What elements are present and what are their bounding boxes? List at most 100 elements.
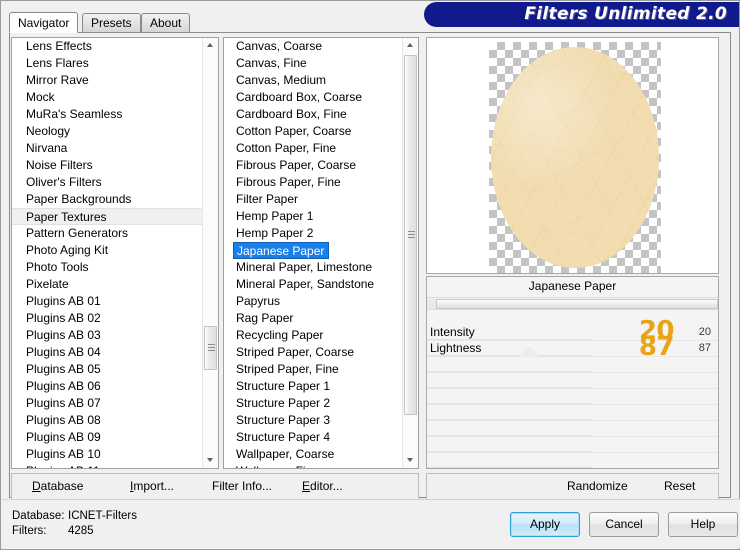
navigator-list-item[interactable]: Photo Aging Kit	[12, 242, 203, 259]
help-button[interactable]: Help	[668, 512, 738, 537]
navigator-list-item[interactable]: Photo Tools	[12, 259, 203, 276]
parameter-row[interactable]: Intensity 20 20	[427, 318, 718, 344]
navigator-list-item[interactable]: MuRa's Seamless	[12, 106, 203, 123]
filter-list-item[interactable]: Structure Paper 4	[224, 429, 403, 446]
filter-list-item[interactable]: Canvas, Medium	[224, 72, 403, 89]
action-link-bar: Database Import... Filter Info... Editor…	[11, 473, 419, 500]
navigator-list-item[interactable]: Plugins AB 06	[12, 378, 203, 395]
filter-list[interactable]: Canvas, Coarse Canvas, Fine Canvas, Medium…	[223, 37, 419, 469]
scroll-up-icon[interactable]	[203, 38, 218, 53]
parameter-slider-track	[427, 435, 592, 436]
filter-list-item[interactable]: Canvas, Coarse	[224, 38, 403, 55]
parameter-row-empty	[427, 357, 718, 373]
import-button[interactable]: Import...	[130, 479, 174, 493]
parameter-slider-handle[interactable]	[518, 346, 541, 357]
parameter-value[interactable]: 87	[699, 342, 711, 354]
parameter-slider-track	[427, 371, 592, 372]
filter-list-item[interactable]: Mineral Paper, Sandstone	[224, 276, 403, 293]
filter-list-item[interactable]: Wallpaper, Fine	[224, 463, 403, 468]
editor-button-label: ditor...	[310, 479, 343, 493]
navigator-list-scrollbar[interactable]	[202, 38, 218, 468]
filter-list-item-selected[interactable]: Japanese Paper	[233, 242, 330, 259]
filter-list-item[interactable]: Papyrus	[224, 293, 403, 310]
scrollbar-thumb[interactable]	[404, 55, 417, 415]
filter-list-item[interactable]: Wallpaper, Coarse	[224, 446, 403, 463]
navigator-list-item[interactable]: Plugins AB 05	[12, 361, 203, 378]
parameter-panel-title: Japanese Paper	[427, 277, 718, 296]
navigator-list-item[interactable]: Plugins AB 03	[12, 327, 203, 344]
hscroll-thumb[interactable]	[436, 299, 718, 309]
tab-presets[interactable]: Presets	[82, 13, 141, 32]
filter-list-item[interactable]: Hemp Paper 2	[224, 225, 403, 242]
tab-navigator[interactable]: Navigator	[9, 12, 79, 33]
filter-list-item[interactable]: Structure Paper 2	[224, 395, 403, 412]
scroll-down-icon[interactable]	[403, 453, 418, 468]
filter-list-item[interactable]: Cotton Paper, Coarse	[224, 123, 403, 140]
cancel-button[interactable]: Cancel	[589, 512, 659, 537]
navigator-category-list[interactable]: Lens Effects Lens Flares Mirror Rave Mock Mu…	[11, 37, 219, 469]
filter-list-item[interactable]: Cardboard Box, Fine	[224, 106, 403, 123]
navigator-list-item[interactable]: Plugins AB 04	[12, 344, 203, 361]
filter-action-bar: Randomize Reset	[426, 473, 719, 500]
parameter-row-empty	[427, 437, 718, 453]
filter-info-button[interactable]: Filter Info...	[212, 479, 272, 493]
filter-list-item[interactable]: Filter Paper	[224, 191, 403, 208]
filter-list-item[interactable]: Striped Paper, Fine	[224, 361, 403, 378]
database-label: Database:	[12, 510, 65, 522]
filter-list-item[interactable]: Rag Paper	[224, 310, 403, 327]
filter-list-item[interactable]: Cotton Paper, Fine	[224, 140, 403, 157]
hscroll-track-left[interactable]	[427, 299, 436, 309]
navigator-list-item[interactable]: Paper Backgrounds	[12, 191, 203, 208]
scroll-down-icon[interactable]	[203, 453, 218, 468]
filter-list-item[interactable]: Fibrous Paper, Coarse	[224, 157, 403, 174]
parameter-horizontal-scrollbar[interactable]	[427, 297, 718, 310]
filter-list-item[interactable]: Hemp Paper 1	[224, 208, 403, 225]
navigator-list-item[interactable]: Lens Effects	[12, 38, 203, 55]
navigator-list-item[interactable]: Oliver's Filters	[12, 174, 203, 191]
filter-list-items: Canvas, Coarse Canvas, Fine Canvas, Medium…	[224, 38, 403, 468]
preview-image-ellipse	[491, 47, 659, 268]
filter-list-scrollbar[interactable]	[402, 38, 418, 468]
filter-list-item[interactable]: Mineral Paper, Limestone	[224, 259, 403, 276]
scroll-up-icon[interactable]	[403, 38, 418, 53]
filter-list-item[interactable]: Striped Paper, Coarse	[224, 344, 403, 361]
navigator-list-item[interactable]: Plugins AB 11	[12, 463, 203, 468]
parameter-rows: Intensity 20 20 Lightness 87 87	[427, 318, 718, 468]
filters-label: Filters:	[12, 525, 47, 537]
tab-about[interactable]: About	[141, 13, 191, 32]
parameter-label: Intensity	[430, 325, 475, 339]
parameter-row[interactable]: Lightness 87 87	[427, 334, 718, 360]
navigator-list-item[interactable]: Plugins AB 08	[12, 412, 203, 429]
reset-button[interactable]: Reset	[664, 479, 695, 493]
parameter-label: Lightness	[430, 341, 482, 355]
filter-list-item[interactable]: Structure Paper 1	[224, 378, 403, 395]
navigator-list-item[interactable]: Noise Filters	[12, 157, 203, 174]
editor-button[interactable]: Editor...	[302, 479, 343, 493]
navigator-list-item[interactable]: Mock	[12, 89, 203, 106]
filter-list-item[interactable]: Fibrous Paper, Fine	[224, 174, 403, 191]
randomize-button[interactable]: Randomize	[567, 479, 628, 493]
navigator-list-item[interactable]: Mirror Rave	[12, 72, 203, 89]
navigator-list-item[interactable]: Plugins AB 02	[12, 310, 203, 327]
transparency-checkerboard	[489, 42, 661, 273]
filter-preview[interactable]	[426, 37, 719, 274]
filter-list-item[interactable]: Recycling Paper	[224, 327, 403, 344]
navigator-list-item[interactable]: Nirvana	[12, 140, 203, 157]
filter-list-item[interactable]: Cardboard Box, Coarse	[224, 89, 403, 106]
parameter-value[interactable]: 20	[699, 326, 711, 338]
navigator-list-item[interactable]: Paper Textures	[12, 208, 203, 225]
navigator-list-item[interactable]: Plugins AB 10	[12, 446, 203, 463]
navigator-list-item[interactable]: Neology	[12, 123, 203, 140]
navigator-list-item[interactable]: Lens Flares	[12, 55, 203, 72]
database-button[interactable]: Database	[32, 479, 83, 493]
navigator-list-item[interactable]: Plugins AB 09	[12, 429, 203, 446]
apply-button[interactable]: Apply	[510, 512, 580, 537]
scrollbar-thumb[interactable]	[204, 326, 217, 370]
navigator-list-item[interactable]: Pattern Generators	[12, 225, 203, 242]
filter-list-item[interactable]: Canvas, Fine	[224, 55, 403, 72]
navigator-list-item[interactable]: Pixelate	[12, 276, 203, 293]
filter-list-item[interactable]: Structure Paper 3	[224, 412, 403, 429]
app-title-banner: Filters Unlimited 2.0	[424, 2, 739, 27]
navigator-list-item[interactable]: Plugins AB 01	[12, 293, 203, 310]
navigator-list-item[interactable]: Plugins AB 07	[12, 395, 203, 412]
